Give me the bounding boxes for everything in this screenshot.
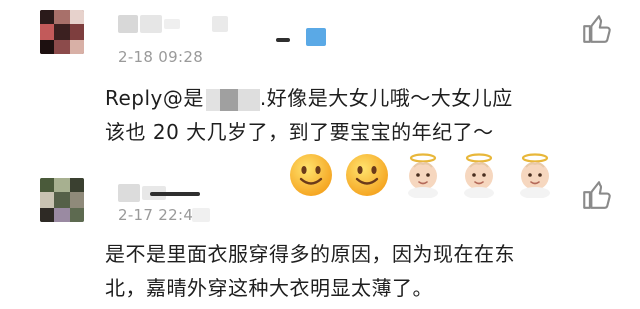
- comment-1-username-blur: [164, 19, 180, 29]
- smiling-face-emoji: [346, 154, 388, 196]
- comment-2-username-blur: [150, 192, 200, 196]
- comment-1-avatar[interactable]: [40, 10, 84, 54]
- baby-angel-emoji: [520, 153, 550, 198]
- comment-1-reply-suffix: .好像是大女儿哦～大女儿应: [259, 86, 513, 110]
- comment-thread: 2-18 09:28 Reply@是 .好像是大女儿哦～大女儿应 该也 20 大几…: [0, 0, 640, 309]
- comment-1-timestamp: 2-18 09:28: [118, 48, 204, 66]
- baby-angel-emoji: [464, 153, 494, 198]
- comment-1-username-blur: [276, 38, 290, 42]
- baby-angel-emoji: [408, 153, 438, 198]
- comment-2-body-line-2: 北，嘉晴外穿这种大衣明显太薄了。: [105, 276, 433, 300]
- comment-2-timestamp: 2-17 22:4: [118, 206, 194, 224]
- comment-1-username-blur: [140, 15, 162, 33]
- comment-2-timestamp-blur: [192, 208, 210, 222]
- thumbs-up-icon[interactable]: [580, 12, 614, 46]
- comment-1-emoji-row: [288, 150, 558, 200]
- comment-1-reply-line-1: Reply@是 .好像是大女儿哦～大女儿应: [105, 82, 513, 111]
- comment-1-mention-blur: [237, 88, 260, 111]
- comment-1-mention-blur: [205, 88, 220, 111]
- comment-2-avatar[interactable]: [40, 178, 84, 222]
- thumbs-up-icon[interactable]: [580, 178, 614, 212]
- smiling-face-emoji: [290, 154, 332, 196]
- comment-2-body-line-1: 是不是里面衣服穿得多的原因，因为现在在东: [105, 242, 515, 266]
- comment-1-reply-line-2: 该也 20 大几岁了，到了要宝宝的年纪了～: [105, 120, 494, 144]
- comment-1-username-blur: [118, 15, 138, 33]
- comment-1-username-blur: [212, 16, 228, 32]
- comment-1-mention-blur: [219, 88, 238, 111]
- comment-1-reply-prefix: Reply@是: [105, 86, 204, 110]
- comment-1-username-blur: [306, 28, 326, 46]
- comment-2-username-blur: [118, 184, 140, 202]
